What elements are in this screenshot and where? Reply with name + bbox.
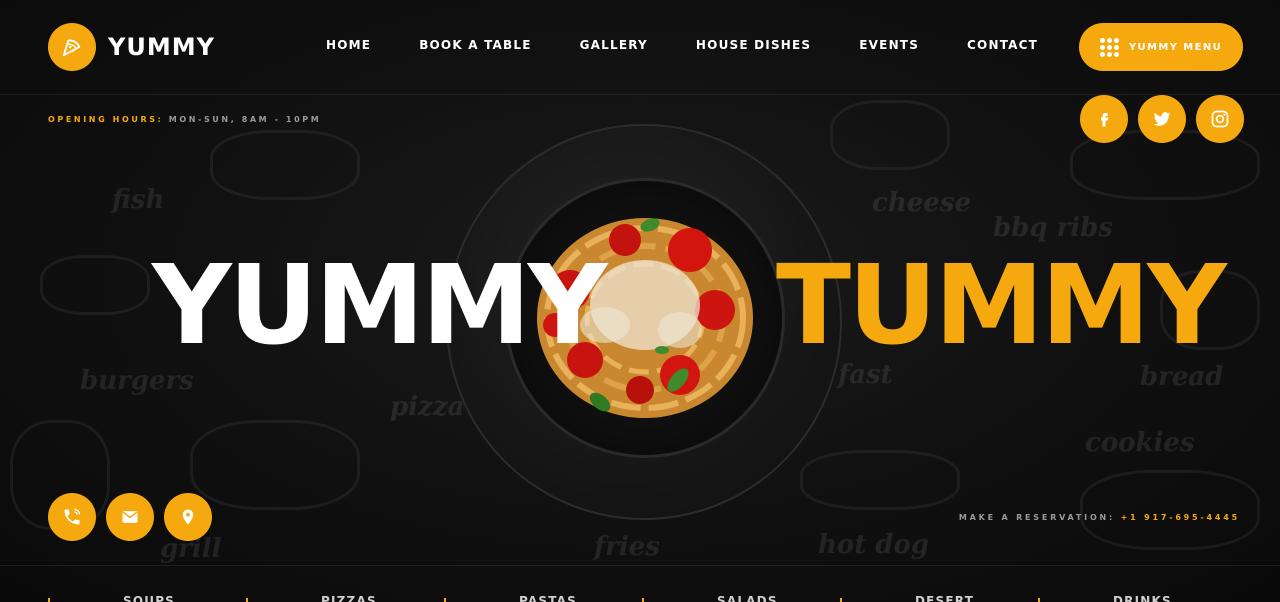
category-divider xyxy=(246,598,248,602)
pizza-slice-icon xyxy=(48,23,96,71)
phone-icon xyxy=(64,508,81,525)
main-nav: HOME BOOK A TABLE GALLERY HOUSE DISHES E… xyxy=(304,38,1086,52)
category-label: PIZZAS xyxy=(321,594,377,602)
category-label: PASTAS xyxy=(519,594,578,602)
site-header: YUMMY HOME BOOK A TABLE GALLERY HOUSE DI… xyxy=(0,0,1280,95)
doodle-sandwich xyxy=(40,255,150,315)
facebook-button[interactable] xyxy=(1080,95,1128,143)
nav-book-a-table[interactable]: BOOK A TABLE xyxy=(419,38,531,52)
social-links xyxy=(1080,95,1244,143)
category-divider xyxy=(48,598,50,602)
doodle-fish: fish xyxy=(112,185,165,215)
reservation-label: MAKE A RESERVATION: xyxy=(958,513,1116,522)
doodle-cookies-shape xyxy=(1080,470,1260,550)
contact-buttons xyxy=(48,493,212,541)
logo[interactable]: YUMMY xyxy=(48,23,215,71)
mail-button[interactable] xyxy=(106,493,154,541)
category-label: SOUPS xyxy=(123,594,176,602)
nav-contact[interactable]: CONTACT xyxy=(967,38,1038,52)
hero-word-right: TUMMY xyxy=(776,241,1227,369)
doodle-hot-dog: hot dog xyxy=(818,530,930,560)
doodle-cheese: cheese xyxy=(872,188,971,218)
grid-dots-icon xyxy=(1099,37,1119,57)
doodle-pizza: pizza xyxy=(390,392,465,422)
doodle-chicken xyxy=(190,420,360,510)
doodle-cake xyxy=(830,100,950,170)
doodle-drumstick xyxy=(210,130,360,200)
category-label: DRINKS xyxy=(1113,594,1172,602)
nav-house-dishes[interactable]: HOUSE DISHES xyxy=(696,38,811,52)
location-button[interactable] xyxy=(164,493,212,541)
category-divider xyxy=(840,598,842,602)
opening-hours: OPENING HOURS: MON-SUN, 8AM - 10PM xyxy=(48,115,321,124)
doodle-hotdog-shape xyxy=(800,450,960,510)
reservation-info: MAKE A RESERVATION: +1 917-695-4445 xyxy=(959,513,1240,522)
yummy-menu-button[interactable]: YUMMY MENU xyxy=(1079,23,1243,71)
twitter-button[interactable] xyxy=(1138,95,1186,143)
yummy-menu-label: YUMMY MENU xyxy=(1128,41,1223,53)
hero-word-left: YUMMY xyxy=(152,241,608,369)
mail-icon xyxy=(122,511,138,523)
doodle-bbq-ribs: bbq ribs xyxy=(993,213,1113,243)
twitter-icon xyxy=(1153,112,1171,126)
doodle-cookies: cookies xyxy=(1085,428,1195,458)
nav-gallery[interactable]: GALLERY xyxy=(580,38,648,52)
brand-name: YUMMY xyxy=(108,33,216,61)
instagram-button[interactable] xyxy=(1196,95,1244,143)
doodle-fries: fries xyxy=(594,532,660,562)
category-label: SALADS xyxy=(717,594,778,602)
category-divider xyxy=(444,598,446,602)
category-divider xyxy=(1038,598,1040,602)
nav-home[interactable]: HOME xyxy=(326,38,371,52)
phone-button[interactable] xyxy=(48,493,96,541)
reservation-phone[interactable]: +1 917-695-4445 xyxy=(1121,513,1240,522)
category-divider xyxy=(642,598,644,602)
opening-hours-label: OPENING HOURS: xyxy=(48,115,164,124)
doodle-burgers: burgers xyxy=(80,366,194,396)
category-bar: SOUPS PIZZAS PASTAS SALADS DESERT DRINKS xyxy=(0,565,1280,602)
facebook-icon xyxy=(1101,113,1109,127)
opening-hours-value: MON-SUN, 8AM - 10PM xyxy=(168,115,322,124)
location-pin-icon xyxy=(182,509,194,525)
instagram-icon xyxy=(1211,110,1229,128)
category-label: DESERT xyxy=(915,594,975,602)
nav-events[interactable]: EVENTS xyxy=(859,38,919,52)
